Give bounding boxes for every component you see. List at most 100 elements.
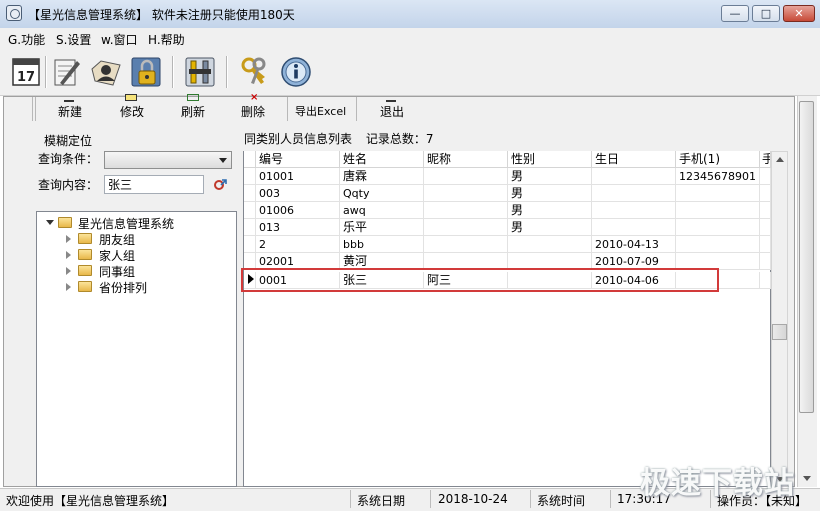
cell-nickname[interactable]: [424, 219, 508, 236]
cell-name[interactable]: Qqty: [340, 185, 424, 202]
keys-icon[interactable]: [237, 55, 271, 89]
edit-button[interactable]: 修改: [120, 103, 144, 120]
cell-id[interactable]: 003: [256, 185, 340, 202]
edit-icon[interactable]: [125, 94, 137, 101]
tools-icon[interactable]: [183, 55, 217, 89]
expand-toggle-icon[interactable]: [66, 267, 71, 275]
cell-id[interactable]: 01001: [256, 168, 340, 185]
delete-button[interactable]: 删除: [241, 103, 265, 120]
tree-node-label: 星光信息管理系统: [78, 217, 175, 231]
exit-icon[interactable]: [386, 94, 396, 102]
cell-mobile[interactable]: [676, 202, 760, 219]
cell-mobile[interactable]: [676, 236, 760, 253]
cell-gender[interactable]: 男: [508, 202, 592, 219]
notepad-icon[interactable]: [49, 55, 83, 89]
minimize-button[interactable]: —: [721, 5, 749, 22]
status-welcome: 欢迎使用【星光信息管理系统】: [6, 494, 175, 508]
cell-birthday[interactable]: [592, 202, 676, 219]
cell-gender[interactable]: 男: [508, 219, 592, 236]
cell-mobile[interactable]: 12345678901: [676, 168, 760, 185]
grid-vertical-scrollbar[interactable]: [771, 151, 788, 487]
refresh-button[interactable]: 刷新: [181, 103, 205, 120]
close-button[interactable]: ✕: [783, 5, 815, 22]
highlight-annotation: [241, 268, 719, 292]
cell-birthday[interactable]: [592, 185, 676, 202]
contacts-icon[interactable]: [89, 55, 123, 89]
lock-icon[interactable]: [129, 55, 163, 89]
window-scroll-thumb[interactable]: [799, 101, 814, 413]
column-header-nickname[interactable]: 昵称: [424, 151, 508, 168]
subtoolbar-separator: [356, 97, 357, 121]
tree-node-label: 同事组: [99, 265, 136, 279]
cell-gender[interactable]: [508, 236, 592, 253]
maximize-button[interactable]: □: [752, 5, 780, 22]
column-header-id[interactable]: 编号: [256, 151, 340, 168]
scroll-down-icon[interactable]: [803, 476, 811, 481]
menu-function[interactable]: G.功能: [8, 31, 45, 48]
record-count: 记录总数：7: [365, 132, 434, 146]
row-header-corner: [244, 151, 256, 168]
cell-id[interactable]: 013: [256, 219, 340, 236]
calendar-icon[interactable]: 17: [9, 55, 43, 89]
cell-birthday[interactable]: [592, 219, 676, 236]
grid-scroll-thumb[interactable]: [772, 324, 787, 340]
column-header-mobile[interactable]: 手机(1): [676, 151, 760, 168]
subtoolbar-handle: [35, 97, 36, 121]
cell-nickname[interactable]: [424, 185, 508, 202]
cell-name[interactable]: 乐平: [340, 219, 424, 236]
row-header[interactable]: [244, 236, 256, 253]
cell-next[interactable]: [760, 185, 771, 202]
menu-window[interactable]: w.窗口: [101, 31, 138, 48]
cell-name[interactable]: bbb: [340, 236, 424, 253]
cell-birthday[interactable]: 2010-04-13: [592, 236, 676, 253]
cell-nickname[interactable]: [424, 168, 508, 185]
new-icon[interactable]: [64, 94, 74, 102]
app-icon[interactable]: [6, 5, 22, 21]
cell-id[interactable]: 01006: [256, 202, 340, 219]
expand-toggle-icon[interactable]: [46, 220, 54, 225]
column-header-name[interactable]: 姓名: [340, 151, 424, 168]
folder-icon: [78, 281, 92, 292]
info-icon[interactable]: [279, 55, 313, 89]
cell-mobile[interactable]: [676, 219, 760, 236]
cell-gender[interactable]: 男: [508, 185, 592, 202]
export-excel-button[interactable]: 导出Excel: [295, 103, 346, 119]
search-icon[interactable]: [212, 177, 228, 193]
expand-toggle-icon[interactable]: [66, 283, 71, 291]
cell-next[interactable]: [760, 253, 771, 270]
cell-gender[interactable]: 男: [508, 168, 592, 185]
column-header-birthday[interactable]: 生日: [592, 151, 676, 168]
folder-icon: [78, 265, 92, 276]
calendar-day: 17: [17, 70, 35, 85]
row-header[interactable]: [244, 219, 256, 236]
row-header[interactable]: [244, 202, 256, 219]
cell-birthday[interactable]: [592, 168, 676, 185]
cell-next[interactable]: [760, 168, 771, 185]
menu-help[interactable]: H.帮助: [148, 31, 185, 48]
cell-nickname[interactable]: [424, 236, 508, 253]
cell-next[interactable]: [760, 236, 771, 253]
new-button[interactable]: 新建: [58, 103, 82, 120]
row-header[interactable]: [244, 168, 256, 185]
cell-next[interactable]: [760, 219, 771, 236]
cell-name[interactable]: awq: [340, 202, 424, 219]
scroll-up-icon[interactable]: [776, 157, 784, 162]
row-header[interactable]: [244, 185, 256, 202]
delete-icon[interactable]: ×: [250, 92, 258, 103]
menu-settings[interactable]: S.设置: [56, 31, 91, 48]
column-header-gender[interactable]: 性别: [508, 151, 592, 168]
toolbar-separator: [172, 56, 174, 88]
cell-next[interactable]: [760, 272, 771, 289]
cell-name[interactable]: 唐霖: [340, 168, 424, 185]
exit-button[interactable]: 退出: [380, 103, 404, 120]
cell-nickname[interactable]: [424, 202, 508, 219]
query-condition-select[interactable]: [104, 151, 232, 169]
expand-toggle-icon[interactable]: [66, 235, 71, 243]
column-header-next[interactable]: 手: [760, 151, 771, 168]
cell-mobile[interactable]: [676, 185, 760, 202]
query-content-input[interactable]: [104, 175, 204, 194]
cell-id[interactable]: 2: [256, 236, 340, 253]
expand-toggle-icon[interactable]: [66, 251, 71, 259]
refresh-icon[interactable]: [187, 94, 199, 101]
cell-next[interactable]: [760, 202, 771, 219]
